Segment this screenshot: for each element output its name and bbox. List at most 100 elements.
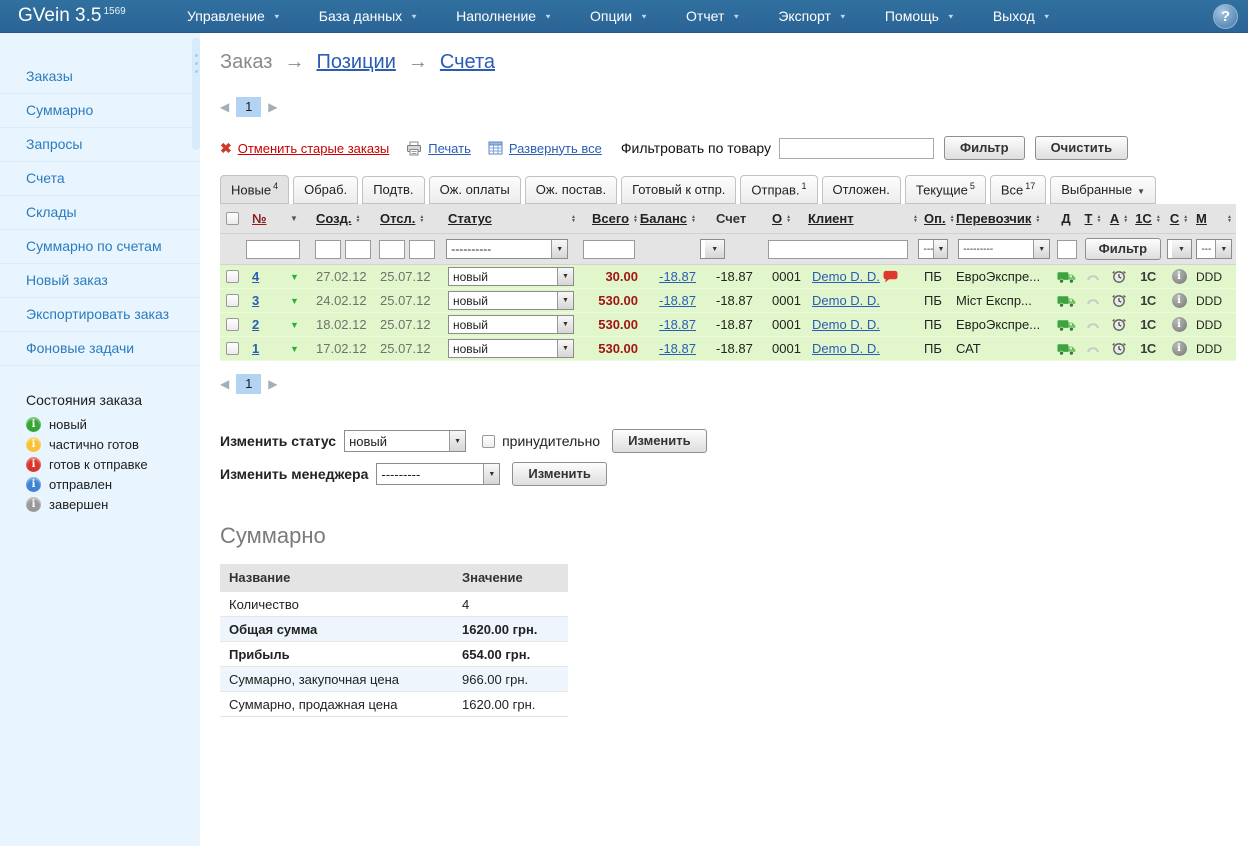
sort-icon[interactable] bbox=[633, 215, 638, 223]
menu-item[interactable]: Наполнение ▼ bbox=[437, 8, 571, 24]
pager-prev-icon[interactable]: ◀ bbox=[220, 377, 229, 391]
pager-page-button[interactable]: 1 bbox=[236, 374, 261, 394]
clear-button[interactable]: Очистить bbox=[1035, 136, 1129, 160]
expand-row-icon[interactable]: ▼ bbox=[290, 344, 299, 354]
row-status-select[interactable]: новый▼ bbox=[448, 267, 574, 286]
phone-icon[interactable] bbox=[1086, 343, 1100, 354]
delivery-truck-icon[interactable] bbox=[1057, 318, 1076, 332]
expand-all-link[interactable]: Развернуть все bbox=[509, 141, 602, 156]
status-tab[interactable]: Все17 bbox=[990, 175, 1046, 204]
expand-row-icon[interactable]: ▼ bbox=[290, 296, 299, 306]
row-status-select[interactable]: новый▼ bbox=[448, 315, 574, 334]
balance-link[interactable]: -18.87 bbox=[659, 341, 696, 356]
filter-status-select[interactable]: ----------▼ bbox=[446, 239, 568, 259]
status-tab[interactable]: Ож. оплаты bbox=[429, 176, 521, 204]
col-header-tracked[interactable]: Отсл. bbox=[380, 211, 415, 226]
row-checkbox[interactable] bbox=[226, 270, 239, 283]
sort-icon[interactable] bbox=[1123, 215, 1128, 223]
sidebar-resize-handle[interactable] bbox=[192, 38, 200, 150]
status-tab[interactable]: Отложен. bbox=[822, 176, 901, 204]
col-header-created[interactable]: Созд. bbox=[316, 211, 351, 226]
client-link[interactable]: Demo D. D. bbox=[812, 341, 880, 356]
info-icon[interactable]: i bbox=[1172, 341, 1187, 356]
row-checkbox[interactable] bbox=[226, 318, 239, 331]
apply-status-button[interactable]: Изменить bbox=[612, 429, 707, 453]
col-header-o[interactable]: О bbox=[772, 211, 782, 226]
col-header-t[interactable]: Т bbox=[1085, 211, 1093, 226]
row-status-select[interactable]: новый▼ bbox=[448, 339, 574, 358]
clock-icon[interactable] bbox=[1111, 341, 1127, 356]
select-all-checkbox[interactable] bbox=[226, 212, 239, 225]
sort-icon[interactable] bbox=[355, 215, 360, 223]
col-header-1c[interactable]: 1С bbox=[1135, 211, 1152, 226]
expand-row-icon[interactable]: ▼ bbox=[290, 320, 299, 330]
sidebar-item[interactable]: Суммарно bbox=[0, 94, 200, 128]
menu-item[interactable]: Отчет ▼ bbox=[667, 8, 759, 24]
clock-icon[interactable] bbox=[1111, 317, 1127, 332]
menu-item[interactable]: Выход ▼ bbox=[974, 8, 1070, 24]
balance-link[interactable]: -18.87 bbox=[659, 317, 696, 332]
1c-icon[interactable]: 1С bbox=[1140, 293, 1156, 308]
sort-icon[interactable] bbox=[1227, 215, 1232, 223]
client-link[interactable]: Demo D. D. bbox=[812, 269, 880, 284]
row-status-select[interactable]: новый▼ bbox=[448, 291, 574, 310]
1c-icon[interactable]: 1С bbox=[1140, 341, 1156, 356]
sort-icon[interactable] bbox=[786, 215, 791, 223]
filter-created-from-input[interactable] bbox=[315, 240, 341, 259]
col-header-status[interactable]: Статус bbox=[448, 211, 492, 226]
sidebar-item[interactable]: Экспортировать заказ bbox=[0, 298, 200, 332]
print-link[interactable]: Печать bbox=[428, 141, 471, 156]
filter-tracked-to-input[interactable] bbox=[409, 240, 435, 259]
client-link[interactable]: Demo D. D. bbox=[812, 317, 880, 332]
sort-icon[interactable] bbox=[691, 215, 696, 223]
balance-link[interactable]: -18.87 bbox=[659, 269, 696, 284]
order-number-link[interactable]: 4 bbox=[252, 269, 259, 284]
status-tab[interactable]: Обраб. bbox=[293, 176, 358, 204]
sidebar-item[interactable]: Счета bbox=[0, 162, 200, 196]
force-checkbox[interactable] bbox=[482, 435, 495, 448]
delivery-truck-icon[interactable] bbox=[1057, 270, 1076, 284]
delivery-truck-icon[interactable] bbox=[1057, 294, 1076, 308]
breadcrumb-positions-link[interactable]: Позиции bbox=[316, 51, 395, 74]
order-number-link[interactable]: 1 bbox=[252, 341, 259, 356]
row-checkbox[interactable] bbox=[226, 294, 239, 307]
menu-item[interactable]: Экспорт ▼ bbox=[759, 8, 866, 24]
menu-item[interactable]: База данных ▼ bbox=[300, 8, 437, 24]
sort-desc-icon[interactable]: ▼ bbox=[290, 214, 298, 223]
status-tab[interactable]: Выбранные▼ bbox=[1050, 176, 1156, 204]
table-filter-button[interactable]: Фильтр bbox=[1085, 238, 1162, 260]
phone-icon[interactable] bbox=[1086, 319, 1100, 330]
filter-tracked-from-input[interactable] bbox=[379, 240, 405, 259]
status-tab[interactable]: Новые4 bbox=[220, 175, 289, 204]
apply-manager-button[interactable]: Изменить bbox=[512, 462, 607, 486]
col-header-d[interactable]: Д bbox=[1061, 211, 1070, 226]
sort-icon[interactable] bbox=[1097, 215, 1102, 223]
client-link[interactable]: Demo D. D. bbox=[812, 293, 880, 308]
col-header-num[interactable]: № bbox=[252, 211, 267, 226]
change-manager-select[interactable]: --------- ▼ bbox=[376, 463, 500, 485]
breadcrumb-invoices-link[interactable]: Счета bbox=[440, 51, 495, 74]
sidebar-item[interactable]: Склады bbox=[0, 196, 200, 230]
menu-item[interactable]: Помощь ▼ bbox=[866, 8, 974, 24]
menu-item[interactable]: Опции ▼ bbox=[571, 8, 667, 24]
filter-m-select[interactable]: ---▼ bbox=[1196, 239, 1232, 259]
status-tab[interactable]: Подтв. bbox=[362, 176, 424, 204]
comment-balloon-icon[interactable] bbox=[883, 270, 898, 286]
cancel-old-orders-link[interactable]: Отменить старые заказы bbox=[238, 141, 390, 156]
sidebar-item[interactable]: Новый заказ bbox=[0, 264, 200, 298]
filter-created-to-input[interactable] bbox=[345, 240, 371, 259]
filter-total-input[interactable] bbox=[583, 240, 635, 259]
pager-next-icon[interactable]: ▶ bbox=[268, 377, 277, 391]
col-header-carrier[interactable]: Перевозчик bbox=[956, 211, 1031, 226]
balance-link[interactable]: -18.87 bbox=[659, 293, 696, 308]
sort-icon[interactable] bbox=[1156, 215, 1161, 223]
filter-button[interactable]: Фильтр bbox=[944, 136, 1025, 160]
order-number-link[interactable]: 3 bbox=[252, 293, 259, 308]
phone-icon[interactable] bbox=[1086, 271, 1100, 282]
sort-icon[interactable] bbox=[1183, 215, 1188, 223]
pager-next-icon[interactable]: ▶ bbox=[268, 100, 277, 114]
sort-icon[interactable] bbox=[913, 215, 918, 223]
sort-icon[interactable] bbox=[419, 215, 424, 223]
order-number-link[interactable]: 2 bbox=[252, 317, 259, 332]
info-icon[interactable]: i bbox=[1172, 317, 1187, 332]
